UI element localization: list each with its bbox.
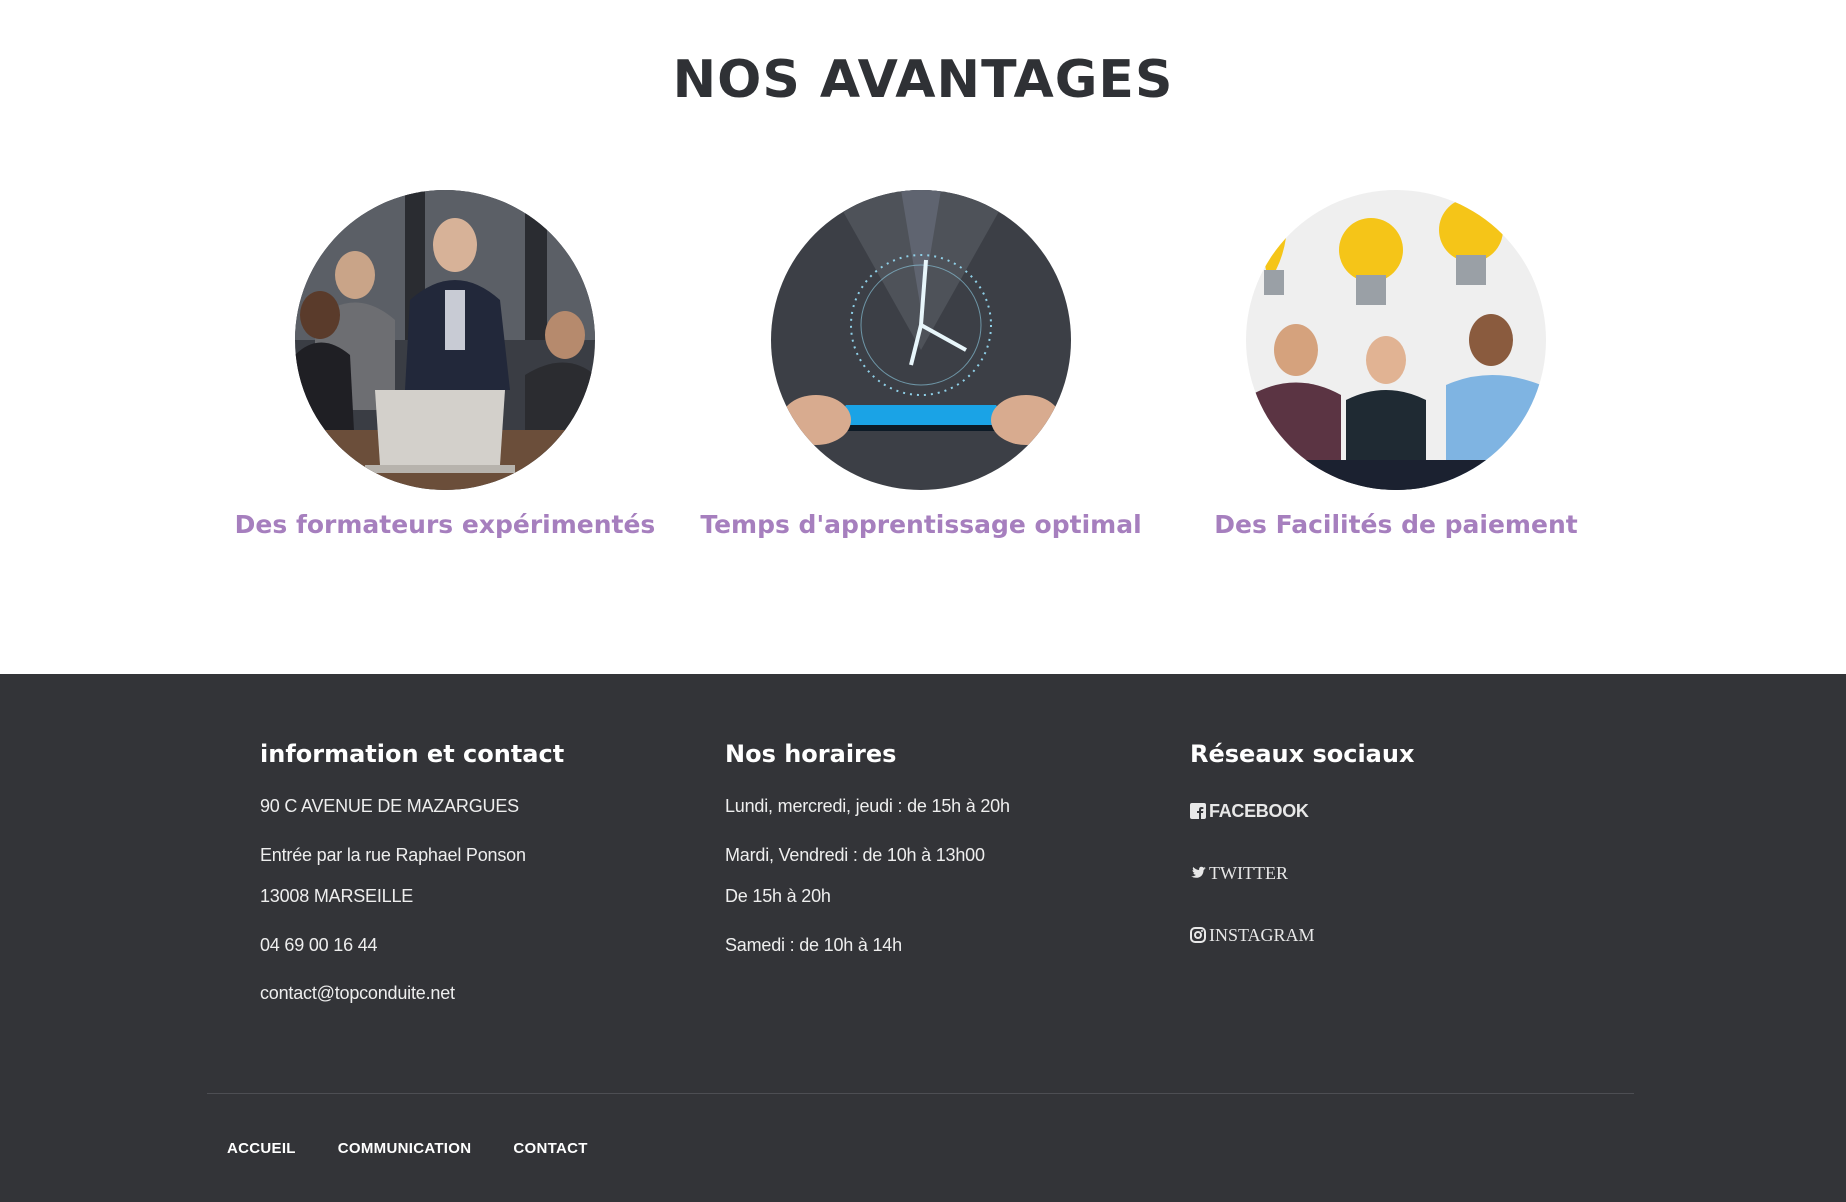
phone-number[interactable]: 04 69 00 16 44 (260, 935, 564, 957)
address-line: 13008 MARSEILLE (260, 886, 414, 907)
instagram-icon (1190, 927, 1206, 943)
nav-contact[interactable]: CONTACT (513, 1140, 587, 1157)
feature-trainers: Des formateurs expérimentés (185, 190, 705, 539)
facebook-icon (1190, 803, 1206, 819)
address-line: 90 C AVENUE DE MAZARGUES (260, 796, 519, 816)
footer-divider (207, 1093, 1634, 1094)
address-line: Entrée par la rue Raphael Ponson (260, 844, 526, 865)
hours-line: Samedi : de 10h à 14h (725, 934, 902, 955)
footer-hours-title: Nos horaires (725, 740, 897, 768)
team-meeting-photo (295, 190, 595, 490)
instagram-link[interactable]: INSTAGRAM (1190, 924, 1414, 946)
feature-payment: Des Facilités de paiement (1136, 190, 1656, 539)
twitter-icon (1191, 866, 1206, 878)
footer-social-title: Réseaux sociaux (1190, 740, 1415, 768)
nav-communication[interactable]: COMMUNICATION (338, 1140, 472, 1157)
hours-line: De 15h à 20h (725, 886, 831, 907)
facebook-link[interactable]: FACEBOOK (1190, 800, 1414, 822)
instagram-label: INSTAGRAM (1209, 924, 1315, 945)
footer-nav: ACCUEIL COMMUNICATION CONTACT (227, 1140, 588, 1157)
twitter-label: TWITTER (1209, 862, 1288, 883)
email-link[interactable]: contact@topconduite.net (260, 983, 564, 1005)
section-title: NOS AVANTAGES (672, 49, 1174, 110)
footer-info-title: information et contact (260, 740, 565, 768)
hours-line: Mardi, Vendredi : de 10h à 13h00 (725, 844, 985, 865)
nav-accueil[interactable]: ACCUEIL (227, 1140, 296, 1157)
footer-social-column: Réseaux sociaux FACEBOOK TWITTER INSTAGR… (1190, 740, 1414, 986)
feature-learning-time: Temps d'apprentissage optimal (661, 190, 1181, 539)
feature-caption: Des Facilités de paiement (1214, 510, 1578, 539)
clock-tablet-photo (771, 190, 1071, 490)
facebook-label: FACEBOOK (1209, 800, 1309, 821)
feature-caption: Des formateurs expérimentés (234, 510, 656, 539)
footer: information et contact 90 C AVENUE DE MA… (0, 674, 1846, 1202)
hours-line: Lundi, mercredi, jeudi : de 15h à 20h (725, 796, 1010, 816)
footer-info-column: information et contact 90 C AVENUE DE MA… (260, 740, 564, 1005)
footer-hours-column: Nos horaires Lundi, mercredi, jeudi : de… (725, 740, 1010, 956)
feature-caption: Temps d'apprentissage optimal (700, 510, 1142, 539)
twitter-link[interactable]: TWITTER (1190, 862, 1414, 884)
lightbulb-people-photo (1246, 190, 1546, 490)
